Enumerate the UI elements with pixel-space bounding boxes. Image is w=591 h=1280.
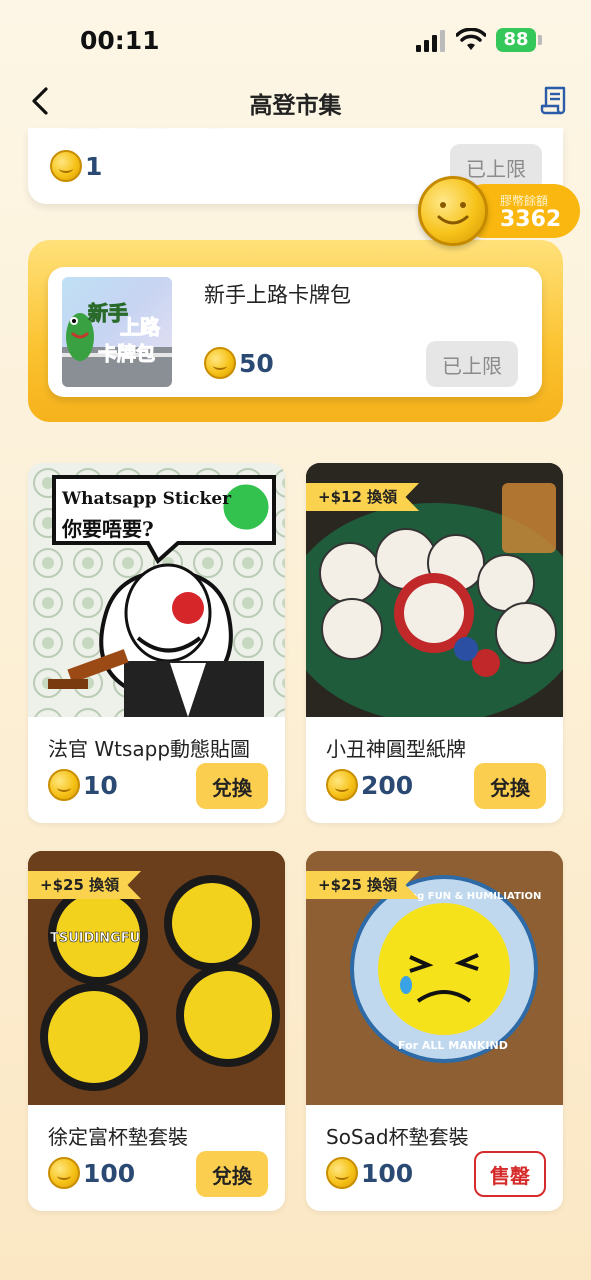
nav-bar: 高登市集 — [0, 80, 591, 120]
coaster-text: TSUIDINGFU — [50, 931, 141, 947]
price-value: 200 — [361, 770, 414, 800]
battery-tip — [538, 35, 542, 45]
battery-indicator: 88 — [496, 28, 536, 52]
coin-icon — [326, 769, 358, 801]
product-price: 10 — [48, 769, 118, 801]
coin-balance-badge: 膠幣餘額 3362 — [418, 176, 580, 246]
product-card[interactable]: TSUIDINGFU +$25 換領 徐定富杯墊套裝 100 兌換 — [28, 851, 285, 1211]
product-price: 100 — [48, 1157, 135, 1189]
coin-icon — [204, 347, 236, 379]
coin-icon — [326, 1157, 358, 1189]
featured-price: 50 — [204, 347, 274, 379]
signal-icon — [416, 30, 445, 52]
product-title: 徐定富杯墊套裝 — [48, 1125, 188, 1149]
featured-title: 新手上路卡牌包 — [204, 283, 351, 307]
price-value: 50 — [239, 348, 274, 378]
sticker-caption-1: Whatsapp Sticker — [62, 489, 232, 509]
coin-icon — [50, 150, 82, 182]
redeem-button[interactable]: 兌換 — [196, 763, 268, 809]
price-value: 100 — [361, 1158, 414, 1188]
redeem-button[interactable]: 兌換 — [196, 1151, 268, 1197]
product-price: 1 — [50, 150, 102, 182]
page-title: 高登市集 — [249, 93, 342, 119]
thumb-text-3: 卡牌包 — [97, 343, 156, 366]
sold-out-button: 售罄 — [474, 1151, 546, 1197]
product-price: 100 — [326, 1157, 413, 1189]
price-tag-badge: +$12 換領 — [306, 483, 420, 511]
price-tag-badge: +$25 換領 — [28, 871, 142, 899]
product-image: +$12 換領 — [306, 463, 563, 717]
balance-coin-icon — [418, 176, 488, 246]
receipt-icon[interactable] — [538, 84, 570, 116]
balance-value: 3362 — [500, 207, 562, 232]
coin-icon — [48, 769, 80, 801]
product-image: TSUIDINGFU +$25 換領 — [28, 851, 285, 1105]
product-image: Whatsapp Sticker 你要唔要? — [28, 463, 285, 717]
price-value: 100 — [83, 1158, 136, 1188]
product-title-cut: ▀▀▀▀▀▀▀▀▀▀ — [50, 128, 224, 140]
featured-card: 新手 上路 卡牌包 新手上路卡牌包 50 已上限 — [28, 240, 563, 422]
product-price: 200 — [326, 769, 413, 801]
status-bar: 00:11 88 — [0, 0, 591, 80]
product-card[interactable]: Whatsapp Sticker 你要唔要? 法官 Wtsapp動態貼圖 10 … — [28, 463, 285, 823]
thumb-text-2: 上路 — [120, 315, 161, 340]
coaster-text-bottom: For ALL MANKIND — [398, 1039, 508, 1052]
featured-thumbnail: 新手 上路 卡牌包 — [62, 277, 172, 387]
price-tag-badge: +$25 換領 — [306, 871, 420, 899]
price-value: 10 — [83, 770, 118, 800]
product-title: 法官 Wtsapp動態貼圖 — [48, 737, 251, 761]
wifi-icon — [456, 28, 486, 50]
featured-item[interactable]: 新手 上路 卡牌包 新手上路卡牌包 50 已上限 — [48, 267, 542, 397]
sticker-caption-2: 你要唔要? — [62, 517, 154, 541]
product-image: Creating FUN & HUMILIATION For ALL MANKI… — [306, 851, 563, 1105]
limit-reached-button[interactable]: 已上限 — [426, 341, 518, 387]
product-card[interactable]: +$12 換領 小丑神圓型紙牌 200 兌換 — [306, 463, 563, 823]
status-time: 00:11 — [80, 26, 160, 55]
product-card[interactable]: Creating FUN & HUMILIATION For ALL MANKI… — [306, 851, 563, 1211]
product-title: 小丑神圓型紙牌 — [326, 737, 466, 761]
redeem-button[interactable]: 兌換 — [474, 763, 546, 809]
product-title: SoSad杯墊套裝 — [326, 1125, 469, 1149]
coin-icon — [48, 1157, 80, 1189]
price-value: 1 — [85, 151, 103, 181]
